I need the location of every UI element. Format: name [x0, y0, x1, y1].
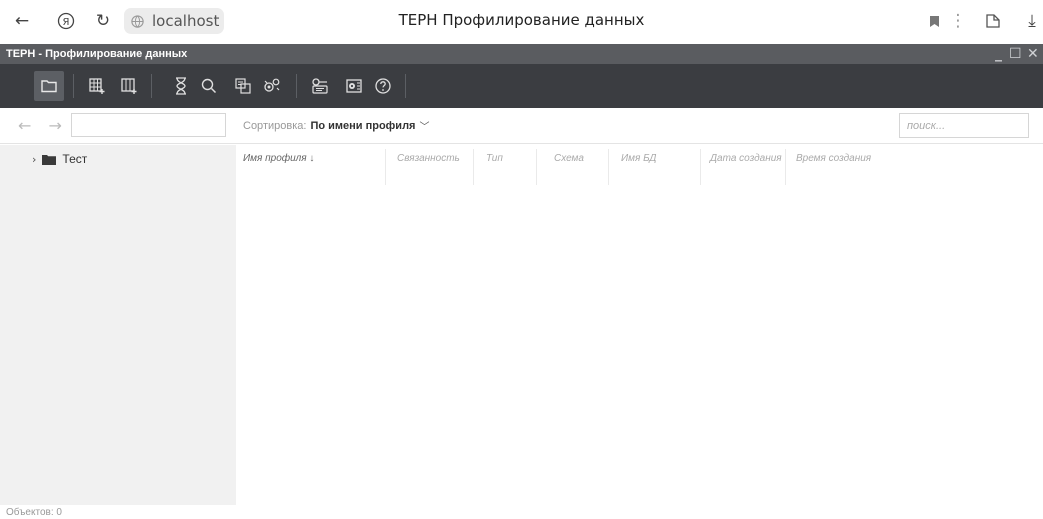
url-text: localhost	[152, 12, 220, 30]
add-table-button[interactable]	[82, 71, 112, 101]
chevron-down-icon: ﹀	[419, 122, 430, 133]
yandex-icon[interactable]: Я	[55, 10, 77, 32]
status-bar: Объектов: 0	[0, 505, 1043, 519]
add-column-icon	[121, 78, 137, 94]
toolbar-separator	[405, 74, 406, 98]
extensions-icon[interactable]	[982, 10, 1004, 32]
search-input[interactable]	[899, 113, 1029, 138]
connection-button[interactable]	[305, 71, 335, 101]
sidebar-tree: › Тест	[0, 145, 236, 505]
help-button[interactable]	[368, 71, 398, 101]
toolbar-separator	[151, 74, 152, 98]
column-divider	[608, 149, 609, 185]
column-header-profile-name[interactable]: Имя профиля ↓	[243, 153, 314, 164]
key-icon	[312, 78, 328, 94]
app-titlebar: ТЕРН - Профилирование данных _ ☐ ✕	[0, 44, 1043, 64]
sort-label: Сортировка:	[243, 119, 307, 132]
column-header-schema[interactable]: Схема	[554, 153, 584, 164]
folder-icon	[41, 80, 57, 93]
browser-bar: ← Я ↻ localhost ТЕРН Профилирование данн…	[0, 0, 1043, 44]
minimize-icon[interactable]: _	[995, 44, 1002, 64]
folder-icon	[42, 154, 57, 165]
address-bar[interactable]: localhost	[124, 8, 224, 34]
window-title: ТЕРН - Профилирование данных	[6, 48, 188, 60]
column-header-creation-time[interactable]: Время создания	[796, 153, 871, 164]
copy-icon	[235, 78, 251, 94]
column-divider	[473, 149, 474, 185]
column-divider	[700, 149, 701, 185]
object-count: Объектов: 0	[6, 507, 62, 518]
tree-item-label: Тест	[62, 152, 88, 166]
sort-value: По имени профиля	[310, 119, 416, 132]
download-icon[interactable]: ⤓	[1024, 10, 1040, 32]
column-header-connectivity[interactable]: Связанность	[397, 153, 460, 164]
add-column-button[interactable]	[114, 71, 144, 101]
column-header-creation-date[interactable]: Дата создания	[710, 153, 782, 164]
column-divider	[785, 149, 786, 185]
back-arrow-icon[interactable]: ←	[12, 10, 32, 32]
maximize-icon[interactable]: ☐	[1009, 44, 1022, 64]
add-table-icon	[89, 78, 105, 94]
tree-item-test[interactable]: › Тест	[32, 152, 87, 166]
navigation-bar: ← → Сортировка: По имени профиля ﹀	[0, 108, 1043, 144]
bookmark-icon[interactable]	[926, 10, 942, 32]
path-input[interactable]	[71, 113, 226, 137]
profiles-table: Имя профиля ↓ Связанность Тип Схема Имя …	[236, 145, 1043, 505]
history-button[interactable]	[166, 71, 196, 101]
copy-button[interactable]	[228, 71, 258, 101]
close-icon[interactable]: ✕	[1027, 44, 1039, 64]
more-menu-icon[interactable]: ⋮	[950, 10, 967, 32]
search-button[interactable]	[194, 71, 224, 101]
column-divider	[536, 149, 537, 185]
sort-dropdown[interactable]: Сортировка: По имени профиля ﹀	[243, 118, 430, 134]
reload-icon[interactable]: ↻	[92, 10, 114, 32]
toolbar-separator	[73, 74, 74, 98]
nav-arrows[interactable]: ← →	[18, 116, 68, 135]
settings-button[interactable]	[257, 71, 287, 101]
settings-gears-icon	[264, 78, 280, 92]
help-icon	[375, 78, 391, 94]
hourglass-icon	[176, 77, 186, 95]
main-toolbar	[0, 64, 1043, 108]
config-icon	[346, 79, 362, 93]
globe-icon	[131, 14, 144, 28]
chevron-right-icon[interactable]: ›	[32, 153, 36, 166]
column-header-db-name[interactable]: Имя БД	[621, 153, 656, 164]
folder-button[interactable]	[34, 71, 64, 101]
search-icon	[201, 78, 217, 94]
toolbar-separator	[296, 74, 297, 98]
svg-text:Я: Я	[63, 17, 70, 28]
column-divider	[385, 149, 386, 185]
column-header-type[interactable]: Тип	[486, 153, 503, 164]
config-button[interactable]	[339, 71, 369, 101]
